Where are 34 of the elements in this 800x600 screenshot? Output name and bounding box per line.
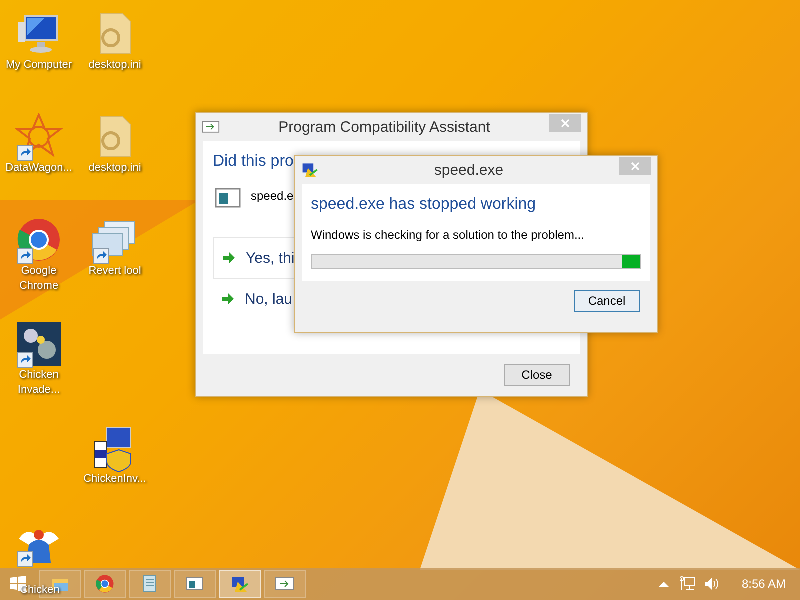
game-icon[interactable] <box>15 320 63 368</box>
taskbar-button[interactable] <box>129 570 171 598</box>
network-icon <box>680 576 696 592</box>
taskbar-button[interactable] <box>264 570 306 598</box>
close-icon <box>560 118 570 128</box>
window-title: Program Compatibility Assistant <box>278 118 492 136</box>
taskbar-button[interactable] <box>174 570 216 598</box>
dialog-heading: Did this pro <box>213 153 294 171</box>
icon-label: Chicken Invade... <box>16 368 62 398</box>
icon-label: My Computer <box>4 58 74 73</box>
chrome-icon <box>95 574 115 594</box>
arrow-icon <box>222 251 236 265</box>
icon-label: desktop.ini <box>88 161 142 176</box>
chrome-icon[interactable] <box>15 216 63 264</box>
speaker-icon <box>704 576 720 592</box>
close-icon <box>630 162 640 170</box>
window-icon <box>301 161 319 179</box>
window-title: speed.exe <box>433 162 505 178</box>
close-button[interactable]: Close <box>504 364 570 386</box>
dialog-message: Windows is checking for a solution to the problem... <box>311 228 586 242</box>
icon-label: Revert lool <box>88 264 142 279</box>
option-link[interactable]: No, lau <box>213 279 570 319</box>
icon-label: Google Chrome <box>18 264 60 294</box>
arrow-icon <box>221 292 235 306</box>
program-name: speed.e <box>251 189 294 203</box>
dialog-heading: speed.exe has stopped working <box>311 196 536 214</box>
cancel-button[interactable]: Cancel <box>574 290 640 312</box>
window-icon <box>202 118 220 136</box>
taskbar-button[interactable] <box>84 570 126 598</box>
icon-label: DataWagon... <box>4 161 74 176</box>
icon-label: desktop.ini <box>88 58 142 73</box>
star-icon[interactable] <box>15 113 63 161</box>
taskbar-button[interactable] <box>219 570 261 598</box>
icon-label: ChickenInv... <box>82 472 148 487</box>
